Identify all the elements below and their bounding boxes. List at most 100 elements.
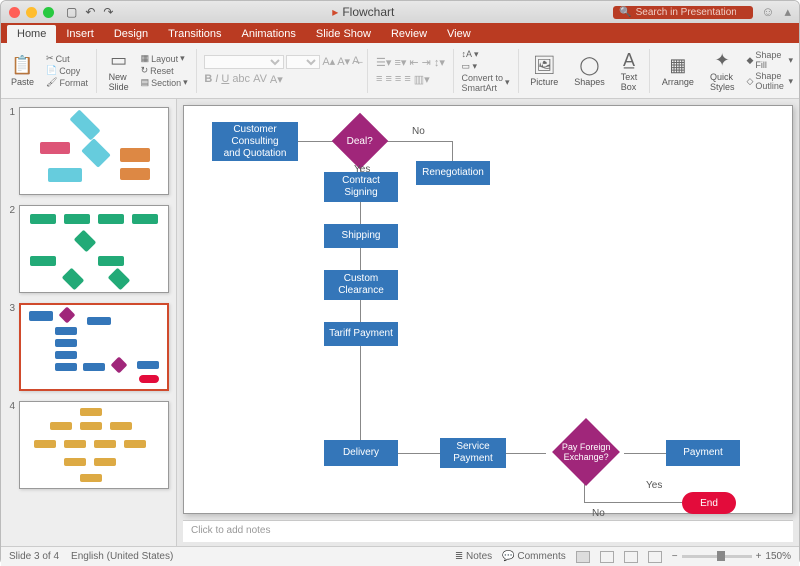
view-reading[interactable] <box>624 551 638 563</box>
shapes-button[interactable]: ◯Shapes <box>570 55 609 87</box>
align-text[interactable]: ▭ ▾ <box>462 61 510 72</box>
zoom-control[interactable]: − + 150% <box>672 551 791 562</box>
search-input[interactable] <box>636 7 736 18</box>
node-deal[interactable]: Deal? <box>332 113 389 170</box>
format-painter-button[interactable]: 🖌 Format <box>46 77 88 88</box>
node-end[interactable]: End <box>682 492 736 514</box>
underline-button[interactable]: U <box>221 73 229 86</box>
slide[interactable]: Customer Consulting and Quotation Deal? … <box>183 105 793 514</box>
connector <box>360 161 361 441</box>
node-shipping[interactable]: Shipping <box>324 224 398 248</box>
align-right[interactable]: ≡ <box>395 73 401 86</box>
search-box[interactable]: 🔍 <box>613 6 753 19</box>
align-left[interactable]: ≡ <box>376 73 382 86</box>
save-icon[interactable]: ▢ <box>66 5 77 19</box>
slide-panel[interactable]: 1 2 3 <box>1 99 177 546</box>
justify[interactable]: ≡ <box>404 73 410 86</box>
zoom-level[interactable]: 150% <box>765 551 791 562</box>
new-slide-button[interactable]: ▭New Slide <box>105 50 133 92</box>
maximize-icon[interactable] <box>43 7 54 18</box>
font-color-button[interactable]: A▾ <box>270 73 283 86</box>
line-spacing[interactable]: ↕▾ <box>434 56 445 69</box>
zoom-out[interactable]: − <box>672 551 678 562</box>
zoom-in[interactable]: + <box>756 551 762 562</box>
node-tariff[interactable]: Tariff Payment <box>324 322 398 346</box>
quick-styles-button[interactable]: ✦Quick Styles <box>706 50 739 92</box>
connector <box>584 502 682 503</box>
notes-toggle[interactable]: ≣ Notes <box>455 551 492 562</box>
align-center[interactable]: ≡ <box>385 73 391 86</box>
view-slideshow[interactable] <box>648 551 662 563</box>
connector <box>398 453 440 454</box>
slide-thumb-2[interactable] <box>19 205 169 293</box>
clear-format[interactable]: A̶ <box>352 55 359 69</box>
columns[interactable]: ▥▾ <box>414 73 430 86</box>
tab-view[interactable]: View <box>437 25 481 43</box>
minimize-icon[interactable] <box>26 7 37 18</box>
redo-icon[interactable]: ↷ <box>103 5 113 19</box>
layout-button[interactable]: ▦ Layout ▾ <box>141 53 188 64</box>
label-no-2: No <box>592 508 605 519</box>
node-renegotiation[interactable]: Renegotiation <box>416 161 490 185</box>
undo-icon[interactable]: ↶ <box>85 5 95 19</box>
tab-design[interactable]: Design <box>104 25 158 43</box>
bold-button[interactable]: B <box>204 73 212 86</box>
node-pay-fx[interactable]: Pay Foreign Exchange? <box>552 418 620 486</box>
ribbon-tabs: Home Insert Design Transitions Animation… <box>1 23 799 43</box>
numbers-button[interactable]: ≡▾ <box>394 56 406 69</box>
font-shrink[interactable]: A▾ <box>337 55 350 69</box>
spacing-button[interactable]: AV <box>253 73 267 86</box>
bullets-button[interactable]: ☰▾ <box>376 56 391 69</box>
tab-transitions[interactable]: Transitions <box>158 25 231 43</box>
italic-button[interactable]: I <box>215 73 218 86</box>
notes-pane[interactable]: Click to add notes <box>183 520 793 542</box>
arrange-button[interactable]: ▦Arrange <box>658 55 698 87</box>
tab-insert[interactable]: Insert <box>56 25 104 43</box>
font-size-select[interactable] <box>286 55 320 69</box>
node-contract[interactable]: Contract Signing <box>324 172 398 202</box>
slide-thumb-1[interactable] <box>19 107 169 195</box>
reset-button[interactable]: ↻ Reset <box>141 65 188 76</box>
strike-button[interactable]: abc <box>232 73 250 86</box>
tab-slideshow[interactable]: Slide Show <box>306 25 381 43</box>
slide-thumb-3[interactable] <box>19 303 169 391</box>
section-button[interactable]: ▤ Section ▾ <box>141 77 188 88</box>
font-select[interactable] <box>204 55 284 69</box>
shape-fill-button[interactable]: ◆ Shape Fill ▾ <box>746 50 793 70</box>
view-normal[interactable] <box>576 551 590 563</box>
smiley-icon[interactable]: ☺ <box>761 4 774 20</box>
picture-button[interactable]: 🖼Picture <box>526 55 562 87</box>
node-service-payment[interactable]: Service Payment <box>440 438 506 468</box>
node-custom-clearance[interactable]: Custom Clearance <box>324 270 398 300</box>
document-title: ▸ Flowchart <box>113 5 613 19</box>
shape-outline-button[interactable]: ◇ Shape Outline ▾ <box>746 71 793 91</box>
convert-smartart[interactable]: Convert to SmartArt ▾ <box>462 73 510 93</box>
shapes-icon: ◯ <box>579 55 599 76</box>
close-icon[interactable] <box>9 7 20 18</box>
comments-toggle[interactable]: 💬 Comments <box>502 551 566 562</box>
copy-icon: 📄 <box>46 65 57 76</box>
node-delivery[interactable]: Delivery <box>324 440 398 466</box>
search-icon: 🔍 <box>619 7 631 18</box>
scissors-icon: ✂ <box>46 53 54 64</box>
textbox-button[interactable]: A̲Text Box <box>617 50 642 92</box>
tab-review[interactable]: Review <box>381 25 437 43</box>
indent-inc[interactable]: ⇥ <box>422 56 431 69</box>
share-icon[interactable]: ▴ <box>784 4 791 20</box>
indent-dec[interactable]: ⇤ <box>409 56 418 69</box>
slide-indicator: Slide 3 of 4 <box>9 551 59 562</box>
tab-home[interactable]: Home <box>7 25 56 43</box>
zoom-slider[interactable] <box>682 555 752 558</box>
copy-button[interactable]: 📄 Copy <box>46 65 88 76</box>
font-grow[interactable]: A▴ <box>322 55 335 69</box>
view-sorter[interactable] <box>600 551 614 563</box>
tab-animations[interactable]: Animations <box>232 25 306 43</box>
node-payment[interactable]: Payment <box>666 440 740 466</box>
slide-thumb-4[interactable] <box>19 401 169 489</box>
text-direction[interactable]: ↕A ▾ <box>462 49 510 60</box>
paste-button[interactable]: 📋Paste <box>7 55 38 87</box>
cut-button[interactable]: ✂ Cut <box>46 53 88 64</box>
node-customer[interactable]: Customer Consulting and Quotation <box>212 122 298 161</box>
styles-icon: ✦ <box>715 50 730 71</box>
language-indicator[interactable]: English (United States) <box>71 551 173 562</box>
